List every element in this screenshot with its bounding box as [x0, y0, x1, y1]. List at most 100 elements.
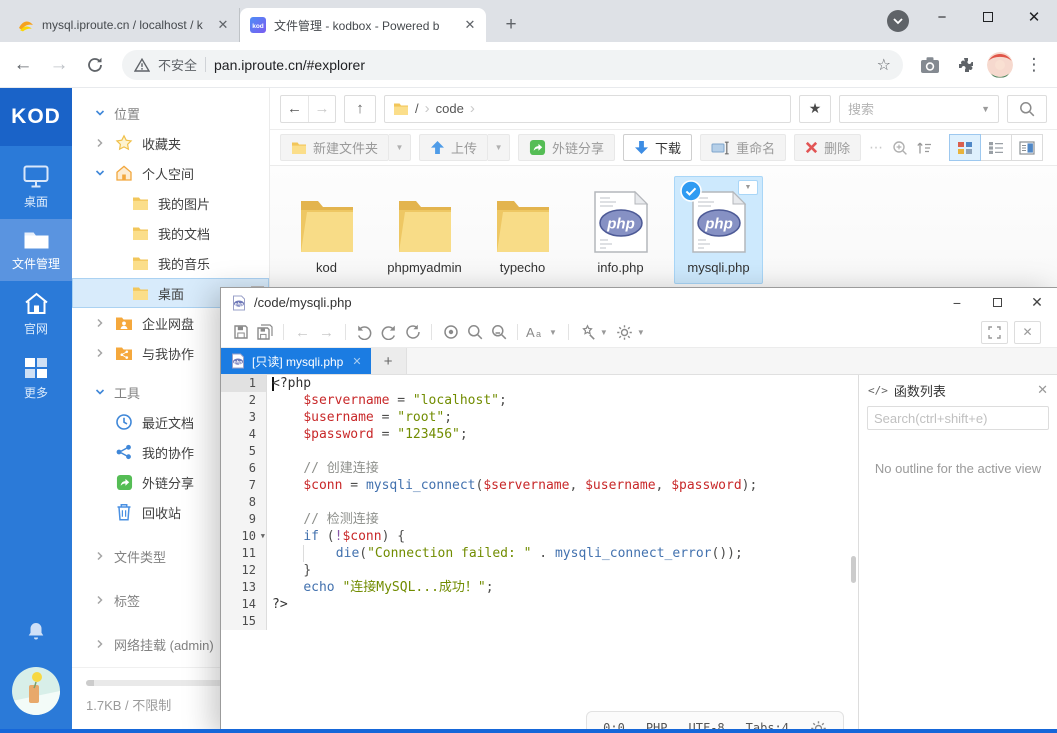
history-back-button[interactable]: ←: [281, 96, 308, 122]
file-item[interactable]: phpinfo.php: [576, 176, 665, 284]
code-line[interactable]: 6 // 创建连接: [221, 460, 858, 477]
tree-item[interactable]: 个人空间: [72, 158, 269, 188]
editor-fullscreen-button[interactable]: [981, 321, 1008, 344]
file-item[interactable]: phpmyadmin: [380, 176, 469, 284]
caret-down-icon[interactable]: ▼: [600, 328, 608, 337]
tree-item[interactable]: 我的音乐: [72, 248, 269, 278]
breadcrumb-folder[interactable]: code: [436, 101, 464, 116]
toolbar-button[interactable]: 新建文件夹: [280, 134, 389, 161]
code-line[interactable]: 14?>: [221, 596, 858, 613]
save-button[interactable]: [229, 321, 252, 344]
view-grid-button[interactable]: [949, 134, 981, 161]
caret-down-icon[interactable]: ▼: [488, 134, 510, 161]
zoom-icon[interactable]: [892, 140, 908, 156]
fold-caret-icon[interactable]: ▼: [261, 533, 265, 540]
breadcrumb[interactable]: / › code ›: [384, 95, 791, 123]
code-line[interactable]: 1<?php: [221, 375, 858, 392]
code-scrollbar[interactable]: [851, 556, 856, 583]
browser-tab-kodbox[interactable]: kod 文件管理 - kodbox - Powered b ✕: [240, 8, 486, 42]
download-button[interactable]: 下载: [623, 134, 692, 161]
editor-titlebar[interactable]: php /code/mysqli.php − ✕: [221, 288, 1057, 317]
history-forward-button[interactable]: →: [308, 96, 335, 122]
tab-close-icon[interactable]: ✕: [352, 355, 361, 368]
close-icon[interactable]: ✕: [1037, 382, 1048, 398]
tab-close-icon[interactable]: ✕: [462, 17, 478, 33]
screenshot-extension-button[interactable]: [915, 56, 945, 74]
profile-avatar[interactable]: [987, 52, 1013, 78]
check-badge-icon[interactable]: [680, 180, 702, 207]
favorite-button[interactable]: ★: [799, 95, 831, 123]
media-control-button[interactable]: [887, 10, 909, 32]
toolbar-button[interactable]: 删除: [794, 134, 861, 161]
tree-section-header[interactable]: 位置: [72, 98, 269, 128]
window-close-button[interactable]: ✕: [1011, 0, 1057, 34]
tree-item[interactable]: 我的文档: [72, 218, 269, 248]
toolbar-button[interactable]: 外链分享: [518, 134, 615, 161]
browser-menu-button[interactable]: ⋮: [1019, 55, 1049, 75]
search-select[interactable]: 搜索 ▼: [839, 95, 999, 123]
up-folder-button[interactable]: ↑: [344, 95, 376, 123]
sort-icon[interactable]: [916, 141, 932, 155]
code-line[interactable]: 15: [221, 613, 858, 630]
window-minimize-button[interactable]: −: [919, 0, 965, 34]
sidebar-item[interactable]: 更多: [0, 346, 72, 410]
function-search-input[interactable]: [867, 406, 1049, 430]
caret-down-icon[interactable]: ▼: [637, 328, 645, 337]
view-column-button[interactable]: [1011, 134, 1043, 161]
bookmark-star-icon[interactable]: ☆: [877, 55, 891, 75]
code-line[interactable]: 5: [221, 443, 858, 460]
file-item[interactable]: kod: [282, 176, 371, 284]
code-line[interactable]: 3 $username = "root";: [221, 409, 858, 426]
sidebar-item[interactable]: 桌面: [0, 154, 72, 219]
editor-forward-button[interactable]: →: [315, 321, 338, 344]
browser-tab-phpmyadmin[interactable]: mysql.iproute.cn / localhost / k ✕: [8, 8, 240, 42]
code-line[interactable]: 2 $servername = "localhost";: [221, 392, 858, 409]
code-area[interactable]: 1<?php2 $servername = "localhost";3 $use…: [221, 375, 858, 732]
user-avatar[interactable]: [12, 667, 60, 715]
editor-tab-active[interactable]: php [只读] mysqli.php ✕: [221, 348, 371, 374]
new-tab-button[interactable]: +: [498, 12, 524, 38]
extensions-button[interactable]: [951, 56, 981, 74]
more-actions-icon[interactable]: ⋯: [869, 139, 884, 156]
back-button[interactable]: ←: [8, 54, 38, 76]
breadcrumb-root[interactable]: /: [415, 101, 419, 116]
caret-down-icon[interactable]: ▼: [389, 134, 411, 161]
sidebar-item[interactable]: 文件管理: [0, 219, 72, 281]
code-line[interactable]: 7 $conn = mysqli_connect($servername, $u…: [221, 477, 858, 494]
editor-minimize-button[interactable]: −: [937, 288, 977, 317]
tree-item[interactable]: 收藏夹: [72, 128, 269, 158]
toolbar-button[interactable]: 上传: [419, 134, 488, 161]
search-button[interactable]: [463, 321, 486, 344]
code-line[interactable]: 11 die("Connection failed: " . mysqli_co…: [221, 545, 858, 562]
address-bar[interactable]: 不安全 pan.iproute.cn/#explorer ☆: [122, 50, 903, 80]
search-button[interactable]: [1007, 95, 1047, 123]
save-all-button[interactable]: [253, 321, 276, 344]
tree-item[interactable]: 我的图片: [72, 188, 269, 218]
code-line[interactable]: 8: [221, 494, 858, 511]
font-button[interactable]: Aa: [525, 321, 548, 344]
editor-back-button[interactable]: ←: [291, 321, 314, 344]
redo-button[interactable]: [377, 321, 400, 344]
tab-close-icon[interactable]: ✕: [215, 17, 231, 33]
editor-close-button[interactable]: ✕: [1017, 288, 1057, 317]
view-list-button[interactable]: [980, 134, 1012, 161]
reload-button[interactable]: [80, 56, 110, 74]
file-menu-caret[interactable]: ▼: [738, 180, 758, 195]
code-line[interactable]: 13 echo "连接MySQL...成功！";: [221, 579, 858, 596]
file-item[interactable]: typecho: [478, 176, 567, 284]
forward-button[interactable]: →: [44, 54, 74, 76]
code-line[interactable]: 9 // 检测连接: [221, 511, 858, 528]
editor-maximize-button[interactable]: [977, 288, 1017, 317]
file-item[interactable]: phpmysqli.php▼: [674, 176, 763, 284]
replace-button[interactable]: [487, 321, 510, 344]
kodbox-logo[interactable]: KOD: [0, 88, 72, 146]
goto-button[interactable]: [439, 321, 462, 344]
settings-button[interactable]: [613, 321, 636, 344]
theme-button[interactable]: [576, 321, 599, 344]
editor-toolbar-close-button[interactable]: ✕: [1014, 321, 1041, 344]
refresh-button[interactable]: [401, 321, 424, 344]
window-maximize-button[interactable]: [965, 0, 1011, 34]
editor-new-tab-button[interactable]: +: [371, 348, 407, 374]
code-line[interactable]: 4 $password = "123456";: [221, 426, 858, 443]
caret-down-icon[interactable]: ▼: [549, 328, 557, 337]
